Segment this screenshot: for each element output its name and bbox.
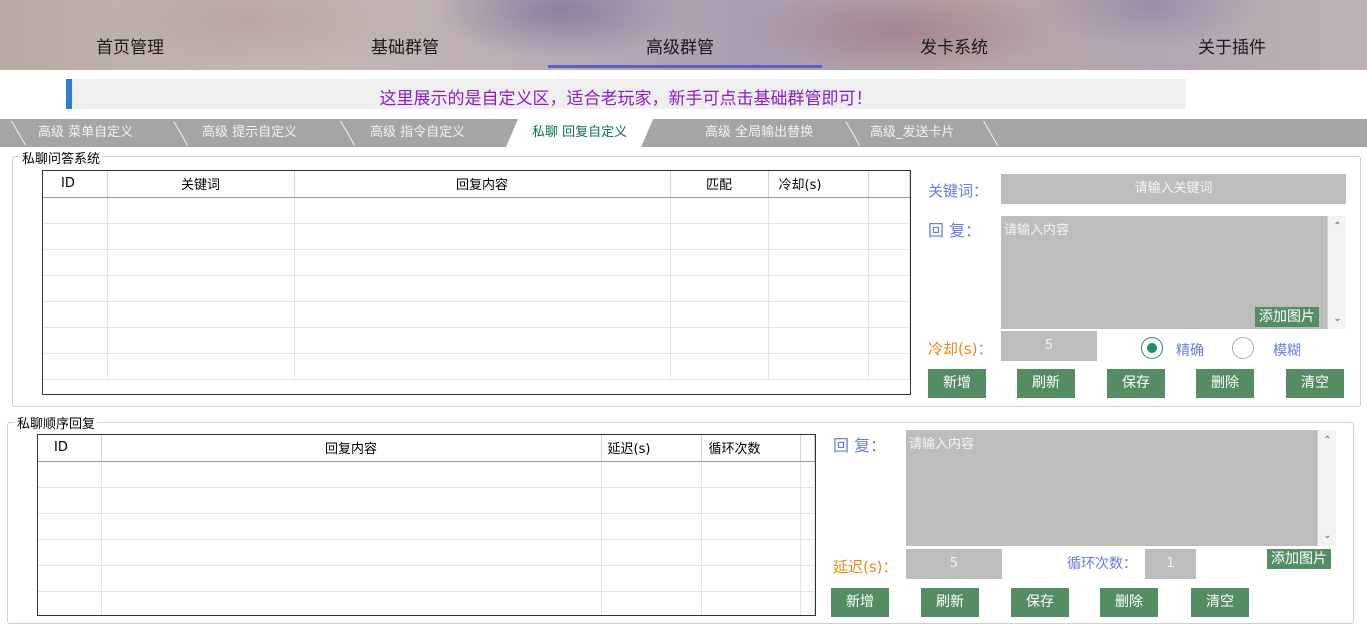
seq-col-filler — [800, 435, 815, 462]
scroll-up-icon[interactable]: ⌃ — [1319, 432, 1336, 449]
tab-command-custom[interactable]: 高级 指令自定义 — [370, 119, 465, 147]
table-row — [38, 487, 815, 514]
seq-reply-textarea[interactable]: 请输入内容 — [906, 430, 1318, 546]
tab-strip: 高级 菜单自定义 高级 提示自定义 高级 指令自定义 私聊 回复自定义 高级 全… — [0, 119, 1367, 147]
qa-clear-button[interactable]: 清空 — [1286, 369, 1344, 398]
seq-reply-scrollbar[interactable]: ⌃ ⌄ — [1317, 430, 1336, 546]
tab-send-card[interactable]: 高级_发送卡片 — [870, 119, 955, 147]
nav-advanced-group[interactable]: 高级群管 — [646, 33, 714, 58]
tab-menu-custom[interactable]: 高级 菜单自定义 — [38, 119, 133, 147]
seq-col-loop[interactable]: 循环次数 — [701, 435, 801, 462]
qa-delete-button[interactable]: 删除 — [1196, 369, 1254, 398]
seq-refresh-button[interactable]: 刷新 — [921, 588, 979, 617]
qa-col-filler — [868, 171, 910, 198]
table-row — [38, 461, 815, 488]
table-row — [38, 539, 815, 566]
qa-save-button[interactable]: 保存 — [1107, 369, 1165, 398]
table-row — [43, 249, 910, 276]
table-row — [43, 353, 910, 380]
seq-delay-label: 延迟(s)： — [833, 558, 898, 576]
table-row — [38, 565, 815, 592]
qa-match-exact-label: 精确 — [1176, 343, 1204, 359]
qa-reply-scrollbar[interactable]: ⌃ ⌄ — [1327, 216, 1346, 329]
scroll-up-icon[interactable]: ⌃ — [1329, 218, 1346, 235]
seq-add-image-button[interactable]: 添加图片 — [1267, 549, 1331, 569]
qa-col-keyword[interactable]: 关键词 — [107, 171, 295, 198]
notice-bar: 这里展示的是自定义区，适合老玩家，新手可点击基础群管即可！ — [66, 79, 1186, 109]
qa-group-title: 私聊问答系统 — [20, 148, 103, 167]
qa-reply-label: 回 复： — [928, 221, 982, 240]
seq-col-delay[interactable]: 延迟(s) — [601, 435, 702, 462]
tab-separator — [11, 121, 26, 145]
qa-match-fuzzy-radio[interactable] — [1232, 337, 1254, 359]
qa-cooldown-label: 冷却(s)： — [928, 340, 993, 358]
qa-col-reply[interactable]: 回复内容 — [294, 171, 671, 198]
tab-tip-custom[interactable]: 高级 提示自定义 — [202, 119, 297, 147]
table-row — [43, 197, 910, 224]
seq-loop-label: 循环次数： — [1067, 556, 1137, 572]
seq-reply-label: 回 复： — [833, 436, 887, 455]
seq-delete-button[interactable]: 删除 — [1100, 588, 1158, 617]
qa-cooldown-input[interactable]: 5 — [1001, 331, 1097, 361]
table-row — [43, 327, 910, 354]
seq-loop-input[interactable]: 1 — [1145, 549, 1196, 579]
qa-refresh-button[interactable]: 刷新 — [1017, 369, 1075, 398]
scroll-down-icon[interactable]: ⌄ — [1329, 310, 1346, 327]
tab-global-output-replace[interactable]: 高级 全局输出替换 — [705, 119, 813, 147]
table-row — [43, 275, 910, 302]
seq-delay-input[interactable]: 5 — [906, 549, 1002, 579]
table-row — [38, 591, 815, 615]
qa-keyword-input[interactable]: 请输入关键词 — [1001, 174, 1346, 204]
nav-basic-group[interactable]: 基础群管 — [371, 33, 439, 58]
seq-col-id[interactable]: ID — [38, 435, 102, 462]
qa-add-image-button[interactable]: 添加图片 — [1255, 307, 1319, 327]
qa-col-id[interactable]: ID — [43, 171, 108, 198]
tab-separator — [173, 121, 188, 145]
qa-keyword-label: 关键词： — [928, 182, 989, 200]
table-row — [43, 223, 910, 250]
notice-text: 这里展示的是自定义区，适合老玩家，新手可点击基础群管即可！ — [379, 89, 873, 109]
seq-save-button[interactable]: 保存 — [1011, 588, 1069, 617]
qa-match-exact-radio[interactable] — [1141, 337, 1163, 359]
scroll-down-icon[interactable]: ⌄ — [1319, 527, 1336, 544]
tab-separator — [983, 121, 998, 145]
table-row — [38, 513, 815, 540]
qa-match-fuzzy-label: 模糊 — [1273, 343, 1301, 359]
radio-selected-dot — [1147, 343, 1157, 353]
top-nav: 首页管理 基础群管 高级群管 发卡系统 关于插件 — [0, 0, 1367, 70]
qa-col-match[interactable]: 匹配 — [670, 171, 769, 198]
seq-table[interactable]: ID 回复内容 延迟(s) 循环次数 — [37, 434, 816, 616]
nav-active-indicator — [548, 65, 822, 68]
seq-col-reply[interactable]: 回复内容 — [101, 435, 602, 462]
seq-add-button[interactable]: 新增 — [831, 588, 889, 617]
tab-separator — [845, 121, 860, 145]
qa-table[interactable]: ID 关键词 回复内容 匹配 冷却(s) — [42, 170, 911, 395]
seq-group-title: 私聊顺序回复 — [15, 413, 98, 432]
nav-home[interactable]: 首页管理 — [96, 33, 164, 58]
nav-card-system[interactable]: 发卡系统 — [920, 33, 988, 58]
tab-separator — [340, 121, 355, 145]
table-row — [43, 301, 910, 328]
seq-clear-button[interactable]: 清空 — [1191, 588, 1249, 617]
qa-col-cooldown[interactable]: 冷却(s) — [768, 171, 869, 198]
nav-about-plugin[interactable]: 关于插件 — [1198, 33, 1266, 58]
qa-add-button[interactable]: 新增 — [928, 369, 986, 398]
tab-private-reply-custom[interactable]: 私聊 回复自定义 — [506, 119, 653, 147]
